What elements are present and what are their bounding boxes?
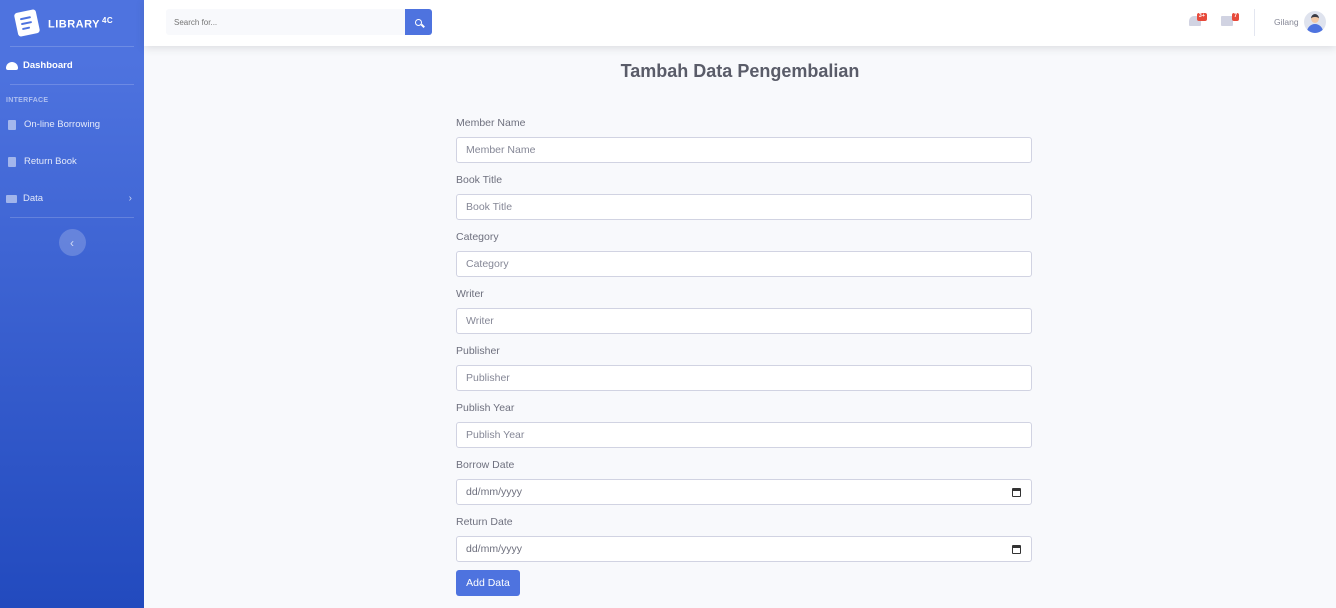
borrow-date-placeholder: dd/mm/yyyy — [466, 486, 523, 498]
sidebar-heading: INTERFACE — [6, 97, 49, 104]
folder-icon — [6, 194, 17, 203]
add-data-button[interactable]: Add Data — [456, 570, 520, 596]
publish-year-input[interactable]: Publish Year — [456, 422, 1032, 448]
field-label-member-name: Member Name — [456, 117, 526, 129]
brand-name: LIBRARY 4C — [48, 15, 114, 31]
field-label-publish-year: Publish Year — [456, 402, 515, 414]
book-logo-icon — [13, 8, 41, 38]
tachometer-icon — [6, 61, 18, 70]
return-date-input[interactable]: dd/mm/yyyy — [456, 536, 1032, 562]
search-input[interactable] — [166, 9, 405, 35]
field-label-borrow-date: Borrow Date — [456, 459, 515, 471]
field-label-return-date: Return Date — [456, 516, 513, 528]
writer-input[interactable]: Writer — [456, 308, 1032, 334]
book-title-input[interactable]: Book Title — [456, 194, 1032, 220]
publisher-input[interactable]: Publisher — [456, 365, 1032, 391]
sidebar-item-label: Dashboard — [23, 60, 73, 71]
sidebar-item-label: On-line Borrowing — [24, 119, 101, 130]
brand[interactable]: LIBRARY 4C — [0, 0, 144, 46]
topbar-divider — [1254, 9, 1255, 36]
sidebar-toggle-button[interactable]: ‹ — [58, 229, 86, 256]
alerts-badge: 3+ — [1196, 13, 1207, 21]
chevron-right-icon: › — [128, 193, 132, 204]
borrow-date-input[interactable]: dd/mm/yyyy — [456, 479, 1032, 505]
return-form: Member Name Member Name Book Title Book … — [456, 115, 1032, 596]
field-label-book-title: Book Title — [456, 174, 503, 186]
member-name-input[interactable]: Member Name — [456, 137, 1032, 163]
field-label-writer: Writer — [456, 288, 484, 300]
sidebar-item-dashboard[interactable]: Dashboard — [0, 47, 144, 84]
messages-badge: 7 — [1231, 13, 1239, 21]
sidebar-item-label: Return Book — [24, 156, 77, 167]
calendar-icon[interactable] — [1012, 545, 1021, 554]
sidebar-item-online-borrowing[interactable]: On-line Borrowing — [0, 106, 144, 143]
sidebar-item-return-book[interactable]: Return Book — [0, 143, 144, 180]
book-icon — [8, 156, 16, 167]
return-date-placeholder: dd/mm/yyyy — [466, 543, 523, 555]
search-icon — [415, 18, 422, 26]
sidebar-divider — [10, 217, 134, 218]
sidebar-item-data[interactable]: Data › — [0, 180, 144, 217]
search-button[interactable] — [405, 9, 432, 35]
field-label-category: Category — [456, 231, 499, 243]
category-input[interactable]: Category — [456, 251, 1032, 277]
sidebar-item-label: Data — [23, 193, 44, 204]
messages-envelope-icon[interactable]: 7 — [1221, 13, 1239, 26]
user-name[interactable]: Gilang — [1274, 17, 1299, 27]
search-group — [166, 9, 432, 35]
page-title: Tambah Data Pengembalian — [620, 61, 860, 81]
book-icon — [8, 119, 16, 130]
topbar: 3+ 7 Gilang — [144, 0, 1336, 46]
calendar-icon[interactable] — [1012, 488, 1021, 497]
chevron-left-icon: ‹ — [70, 235, 74, 250]
field-label-publisher: Publisher — [456, 345, 500, 357]
alerts-bell-icon[interactable]: 3+ — [1189, 13, 1207, 26]
avatar[interactable] — [1304, 11, 1326, 33]
sidebar: LIBRARY 4C Dashboard INTERFACE On-line Bo… — [0, 0, 144, 608]
